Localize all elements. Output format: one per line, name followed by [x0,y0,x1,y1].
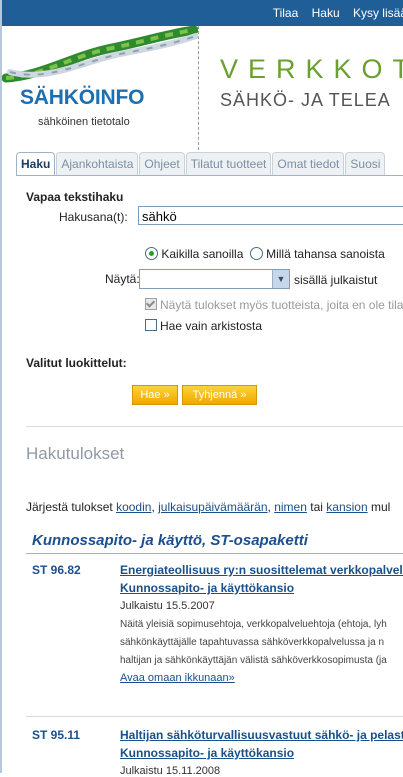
result-code: ST 95.11 [32,728,81,742]
checkbox-archive-label: Hae vain arkistosta [160,319,263,333]
match-mode-group: Kaikilla sanoilla Millä tahansa sanoista [145,247,385,261]
show-period-select[interactable]: ▼ [139,269,290,289]
open-in-window-link[interactable]: Avaa omaan ikkunaan» [120,672,235,684]
result-date: Julkaistu 15.5.2007 [120,600,215,612]
logo-area[interactable]: SÄHKÖINFO sähköinen tietotalo [2,26,199,150]
chevron-down-icon[interactable]: ▼ [272,270,289,288]
top-navigation: Tilaa Haku Kysy lisää [2,0,403,26]
sort-separator: , [267,500,271,514]
sort-by-name-link[interactable]: nimen [274,500,307,514]
sort-separator: tai [310,500,323,514]
radio-any-word[interactable] [249,247,263,260]
result-date: Julkaistu 15.11.2008 [120,765,221,777]
sort-by-folder-link[interactable]: kansion [326,500,367,514]
sort-line: Järjestä tulokset koodin, julkaisupäiväm… [26,500,390,514]
sort-suffix: mul [371,500,391,514]
tab-bar: Haku Ajankohtaista Ohjeet Tilatut tuotteet O… [16,152,386,176]
sort-prefix: Järjestä tulokset [26,500,113,514]
sort-by-code-link[interactable]: koodin [116,500,151,514]
search-link[interactable]: Haku [312,6,340,20]
result-title-link[interactable]: Energiateollisuus ry:n suosittelemat ver… [120,562,403,578]
clear-button[interactable]: Tyhjennä » [182,385,257,405]
section-divider [26,426,403,427]
category-divider [26,553,403,554]
show-suffix: sisällä julkaistut [294,273,378,287]
checkbox-archive[interactable] [145,319,157,331]
cable-logo-icon [2,26,198,83]
result-title-link[interactable]: Haltijan sähköturvallisuusvastuut sähkö-… [120,727,403,743]
search-button[interactable]: Hae » [132,385,178,405]
sort-by-date-link[interactable]: julkaisupäivämäärän [158,500,267,514]
result-description-line: haltijan ja sähkönkäyttäjän välistä sähk… [120,655,387,666]
top-links: Tilaa Haku Kysy lisää [263,6,403,20]
radio-any-word-label: Millä tahansa sanoista [266,247,385,261]
result-code: ST 96.82 [32,563,81,577]
keyword-label: Hakusana(t): [59,210,128,224]
checkbox-products-label: Näytä tulokset myös tuotteista, joita en… [160,298,403,312]
results-title: Hakutulokset [26,444,125,463]
tab-current[interactable]: Ajankohtaista [56,152,139,175]
order-link[interactable]: Tilaa [273,6,299,20]
tab-search[interactable]: Haku [16,152,56,175]
page: Tilaa Haku Kysy lisää SÄHKÖINFO sähköine… [0,0,403,777]
show-label: Näytä: [105,272,140,286]
result-divider [26,716,403,717]
keyword-input[interactable]: sähkö [138,206,403,225]
tab-favorites[interactable]: Suosi [345,152,386,175]
result-description-line: sähkönkäyttäjälle tapahtuvassa sähköverk… [120,637,385,648]
site-header: SÄHKÖINFO sähköinen tietotalo VERKKOT SÄ… [2,26,403,150]
checkbox-products[interactable] [145,298,157,310]
banner-subtitle: SÄHKÖ- JA TELEA [220,90,391,110]
result-description-line: Näitä yleisiä sopimusehtoja, verkkopalve… [120,619,387,630]
free-text-search-heading: Vapaa tekstihaku [26,190,124,204]
tab-instructions[interactable]: Ohjeet [139,152,185,175]
tab-my-info[interactable]: Omat tiedot [272,152,345,175]
radio-all-words[interactable] [145,247,158,260]
banner-title: VERKKOT [220,54,403,84]
tab-ordered-products[interactable]: Tilatut tuotteet [185,152,272,175]
result-title-link-line2[interactable]: Kunnossapito- ja käyttökansio [120,745,294,761]
result-title-link-line2[interactable]: Kunnossapito- ja käyttökansio [120,580,294,596]
classifications-label: Valitut luokittelut: [26,356,127,370]
check-products-row: Näytä tulokset myös tuotteista, joita en… [145,298,403,312]
sort-separator: , [151,500,155,514]
category-heading: Kunnossapito- ja käyttö, ST-osapaketti [32,532,308,549]
radio-all-words-label: Kaikilla sanoilla [161,247,244,261]
brand-logo-text: SÄHKÖINFO [20,86,145,109]
tab-divider [16,175,403,176]
check-archive-row: Hae vain arkistosta [145,319,262,333]
ask-more-link[interactable]: Kysy lisää [353,6,403,20]
brand-tagline: sähköinen tietotalo [38,116,130,128]
